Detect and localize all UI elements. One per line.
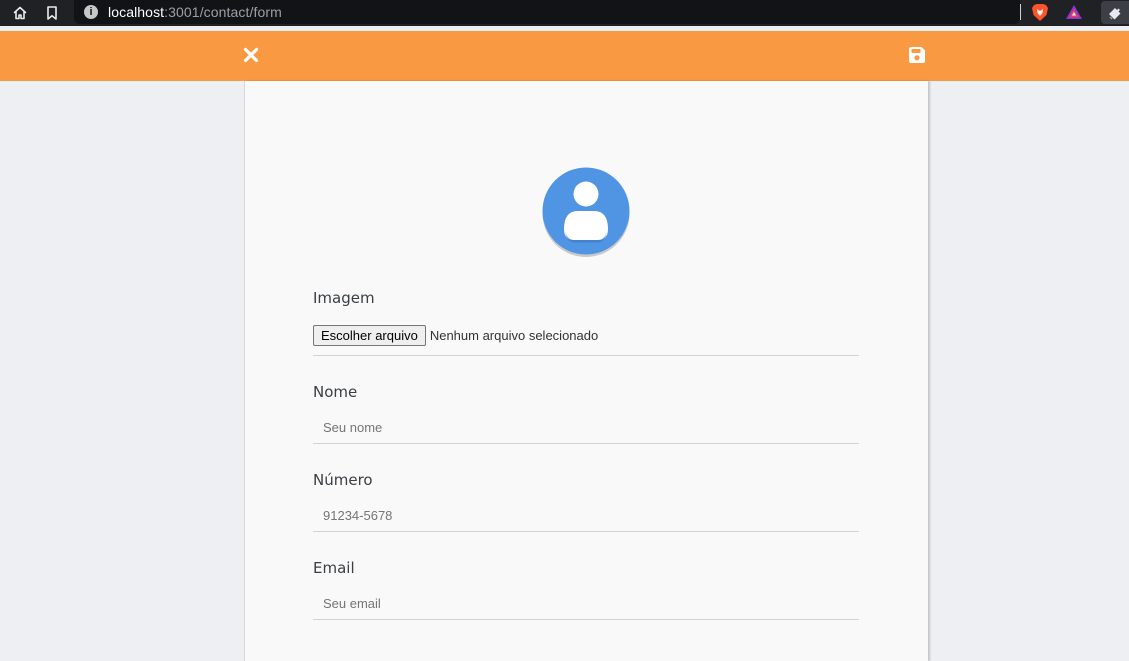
url-text: localhost:3001/contact/form [108, 4, 282, 20]
address-bar[interactable]: i localhost:3001/contact/form [74, 0, 1020, 24]
brave-shields-button[interactable] [1031, 3, 1049, 22]
field-underline [313, 619, 859, 620]
name-label: Nome [313, 383, 358, 401]
name-input[interactable] [313, 412, 859, 442]
home-button[interactable] [4, 0, 36, 26]
brave-lion-icon [1032, 4, 1048, 21]
user-avatar-icon [542, 167, 630, 257]
extension-button[interactable] [1101, 1, 1129, 24]
email-label: Email [313, 559, 355, 577]
bookmark-icon [47, 6, 57, 20]
toolbar-divider [1020, 4, 1021, 20]
name-field: Nome [313, 382, 859, 444]
bookmark-button[interactable] [36, 0, 68, 26]
image-label: Imagem [313, 289, 375, 307]
site-info-icon[interactable]: i [84, 5, 98, 19]
app-header [0, 31, 1129, 81]
choose-file-button[interactable]: Escolher arquivo [313, 324, 426, 346]
number-input[interactable] [313, 500, 859, 530]
url-path: :3001/contact/form [164, 4, 282, 20]
rewards-triangle-icon [1066, 5, 1082, 19]
file-input[interactable]: Escolher arquivo Nenhum arquivo selecion… [313, 324, 598, 346]
url-host: localhost [108, 4, 165, 20]
close-button[interactable] [240, 44, 262, 66]
file-status-text: Nenhum arquivo selecionado [429, 327, 599, 343]
home-icon [13, 6, 27, 20]
close-icon [243, 47, 259, 63]
number-field: Número [313, 470, 859, 532]
image-field: Imagem Escolher arquivo Nenhum arquivo s… [313, 288, 859, 356]
brave-rewards-button[interactable] [1065, 3, 1083, 21]
extension-puzzle-icon [1109, 7, 1121, 20]
field-underline [313, 355, 859, 356]
field-underline [313, 531, 859, 532]
email-input[interactable] [313, 588, 859, 618]
save-button[interactable] [906, 44, 928, 66]
avatar[interactable] [542, 167, 630, 257]
contact-form-card: Imagem Escolher arquivo Nenhum arquivo s… [244, 81, 928, 661]
email-field: Email [313, 558, 859, 620]
floppy-disk-icon [909, 47, 925, 63]
number-label: Número [313, 471, 373, 489]
field-underline [313, 443, 859, 444]
